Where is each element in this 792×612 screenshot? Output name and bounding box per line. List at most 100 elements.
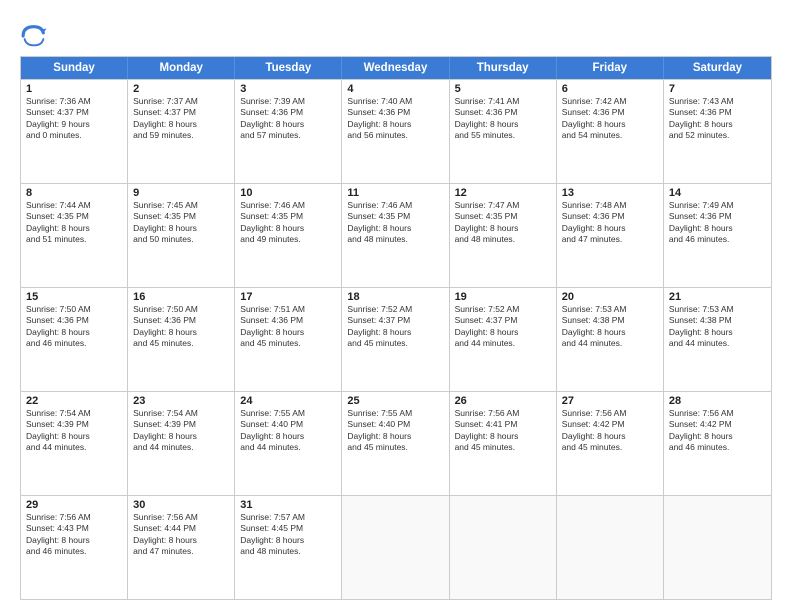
day-cell-19: 19Sunrise: 7:52 AMSunset: 4:37 PMDayligh… — [450, 288, 557, 391]
day-cell-8: 8Sunrise: 7:44 AMSunset: 4:35 PMDaylight… — [21, 184, 128, 287]
day-info-line: Sunset: 4:37 PM — [133, 107, 229, 118]
day-cell-6: 6Sunrise: 7:42 AMSunset: 4:36 PMDaylight… — [557, 80, 664, 183]
day-info-line: and 52 minutes. — [669, 130, 766, 141]
day-info: Sunrise: 7:46 AMSunset: 4:35 PMDaylight:… — [347, 200, 443, 246]
day-info-line: and 46 minutes. — [26, 546, 122, 557]
day-info-line: Sunset: 4:36 PM — [455, 107, 551, 118]
day-info: Sunrise: 7:54 AMSunset: 4:39 PMDaylight:… — [26, 408, 122, 454]
day-info-line: Sunset: 4:35 PM — [455, 211, 551, 222]
day-info-line: Daylight: 8 hours — [133, 119, 229, 130]
day-info-line: Sunrise: 7:56 AM — [669, 408, 766, 419]
day-info-line: Sunset: 4:39 PM — [133, 419, 229, 430]
day-info: Sunrise: 7:56 AMSunset: 4:42 PMDaylight:… — [669, 408, 766, 454]
day-info-line: and 56 minutes. — [347, 130, 443, 141]
calendar-header-row: SundayMondayTuesdayWednesdayThursdayFrid… — [21, 57, 771, 79]
day-cell-11: 11Sunrise: 7:46 AMSunset: 4:35 PMDayligh… — [342, 184, 449, 287]
day-info-line: Sunset: 4:40 PM — [240, 419, 336, 430]
day-number: 14 — [669, 187, 766, 199]
empty-cell-4-3 — [342, 496, 449, 599]
day-info-line: and 44 minutes. — [26, 442, 122, 453]
day-info-line: and 51 minutes. — [26, 234, 122, 245]
logo-icon — [20, 22, 48, 50]
empty-cell-4-6 — [664, 496, 771, 599]
day-info-line: Daylight: 8 hours — [347, 431, 443, 442]
day-cell-23: 23Sunrise: 7:54 AMSunset: 4:39 PMDayligh… — [128, 392, 235, 495]
day-info-line: Sunrise: 7:44 AM — [26, 200, 122, 211]
day-number: 3 — [240, 83, 336, 95]
day-number: 31 — [240, 499, 336, 511]
day-info-line: Sunrise: 7:52 AM — [455, 304, 551, 315]
day-info-line: Sunrise: 7:46 AM — [347, 200, 443, 211]
day-info-line: Sunrise: 7:50 AM — [26, 304, 122, 315]
day-info-line: Sunset: 4:35 PM — [347, 211, 443, 222]
day-info-line: Daylight: 8 hours — [133, 327, 229, 338]
day-info-line: Daylight: 8 hours — [240, 535, 336, 546]
day-info-line: and 48 minutes. — [347, 234, 443, 245]
day-info-line: and 55 minutes. — [455, 130, 551, 141]
day-info-line: Daylight: 8 hours — [455, 223, 551, 234]
day-info-line: Sunset: 4:45 PM — [240, 523, 336, 534]
day-info-line: Sunset: 4:37 PM — [455, 315, 551, 326]
day-info-line: Sunrise: 7:41 AM — [455, 96, 551, 107]
day-info-line: Sunset: 4:40 PM — [347, 419, 443, 430]
day-info-line: Sunrise: 7:56 AM — [562, 408, 658, 419]
day-info-line: Daylight: 8 hours — [240, 223, 336, 234]
day-info-line: Daylight: 8 hours — [347, 223, 443, 234]
day-cell-31: 31Sunrise: 7:57 AMSunset: 4:45 PMDayligh… — [235, 496, 342, 599]
day-info-line: Sunset: 4:36 PM — [669, 107, 766, 118]
day-info-line: Sunset: 4:36 PM — [133, 315, 229, 326]
day-info: Sunrise: 7:52 AMSunset: 4:37 PMDaylight:… — [455, 304, 551, 350]
day-info-line: Sunset: 4:36 PM — [240, 107, 336, 118]
weekday-header-thursday: Thursday — [450, 57, 557, 79]
day-info: Sunrise: 7:55 AMSunset: 4:40 PMDaylight:… — [240, 408, 336, 454]
weekday-header-friday: Friday — [557, 57, 664, 79]
day-info-line: Sunset: 4:38 PM — [562, 315, 658, 326]
day-info: Sunrise: 7:54 AMSunset: 4:39 PMDaylight:… — [133, 408, 229, 454]
day-info-line: and 59 minutes. — [133, 130, 229, 141]
weekday-header-monday: Monday — [128, 57, 235, 79]
day-info-line: Sunset: 4:38 PM — [669, 315, 766, 326]
day-number: 10 — [240, 187, 336, 199]
day-cell-4: 4Sunrise: 7:40 AMSunset: 4:36 PMDaylight… — [342, 80, 449, 183]
day-info-line: Sunset: 4:44 PM — [133, 523, 229, 534]
day-number: 22 — [26, 395, 122, 407]
day-cell-14: 14Sunrise: 7:49 AMSunset: 4:36 PMDayligh… — [664, 184, 771, 287]
day-info-line: Sunset: 4:35 PM — [240, 211, 336, 222]
day-cell-17: 17Sunrise: 7:51 AMSunset: 4:36 PMDayligh… — [235, 288, 342, 391]
day-info-line: and 47 minutes. — [562, 234, 658, 245]
week-row-5: 29Sunrise: 7:56 AMSunset: 4:43 PMDayligh… — [21, 495, 771, 599]
day-info-line: Sunrise: 7:53 AM — [562, 304, 658, 315]
day-info-line: Sunrise: 7:54 AM — [26, 408, 122, 419]
page: SundayMondayTuesdayWednesdayThursdayFrid… — [0, 0, 792, 612]
day-info-line: Daylight: 8 hours — [133, 535, 229, 546]
day-info-line: Sunrise: 7:53 AM — [669, 304, 766, 315]
day-info-line: Daylight: 8 hours — [455, 119, 551, 130]
day-number: 17 — [240, 291, 336, 303]
day-info-line: and 45 minutes. — [347, 442, 443, 453]
day-number: 28 — [669, 395, 766, 407]
day-number: 21 — [669, 291, 766, 303]
day-number: 4 — [347, 83, 443, 95]
day-cell-10: 10Sunrise: 7:46 AMSunset: 4:35 PMDayligh… — [235, 184, 342, 287]
day-number: 8 — [26, 187, 122, 199]
day-info: Sunrise: 7:47 AMSunset: 4:35 PMDaylight:… — [455, 200, 551, 246]
day-info-line: and 44 minutes. — [669, 338, 766, 349]
day-info-line: Daylight: 8 hours — [669, 223, 766, 234]
day-info-line: Sunrise: 7:46 AM — [240, 200, 336, 211]
day-number: 13 — [562, 187, 658, 199]
day-info-line: and 48 minutes. — [455, 234, 551, 245]
day-info: Sunrise: 7:49 AMSunset: 4:36 PMDaylight:… — [669, 200, 766, 246]
day-number: 20 — [562, 291, 658, 303]
day-info-line: Sunrise: 7:36 AM — [26, 96, 122, 107]
day-info-line: Sunset: 4:41 PM — [455, 419, 551, 430]
day-info-line: and 46 minutes. — [669, 234, 766, 245]
day-info-line: Sunrise: 7:50 AM — [133, 304, 229, 315]
day-info-line: Daylight: 8 hours — [562, 223, 658, 234]
day-info-line: Daylight: 8 hours — [26, 327, 122, 338]
day-info-line: and 0 minutes. — [26, 130, 122, 141]
day-info: Sunrise: 7:46 AMSunset: 4:35 PMDaylight:… — [240, 200, 336, 246]
day-info-line: Daylight: 8 hours — [347, 119, 443, 130]
day-info-line: and 46 minutes. — [669, 442, 766, 453]
day-cell-22: 22Sunrise: 7:54 AMSunset: 4:39 PMDayligh… — [21, 392, 128, 495]
day-info: Sunrise: 7:39 AMSunset: 4:36 PMDaylight:… — [240, 96, 336, 142]
